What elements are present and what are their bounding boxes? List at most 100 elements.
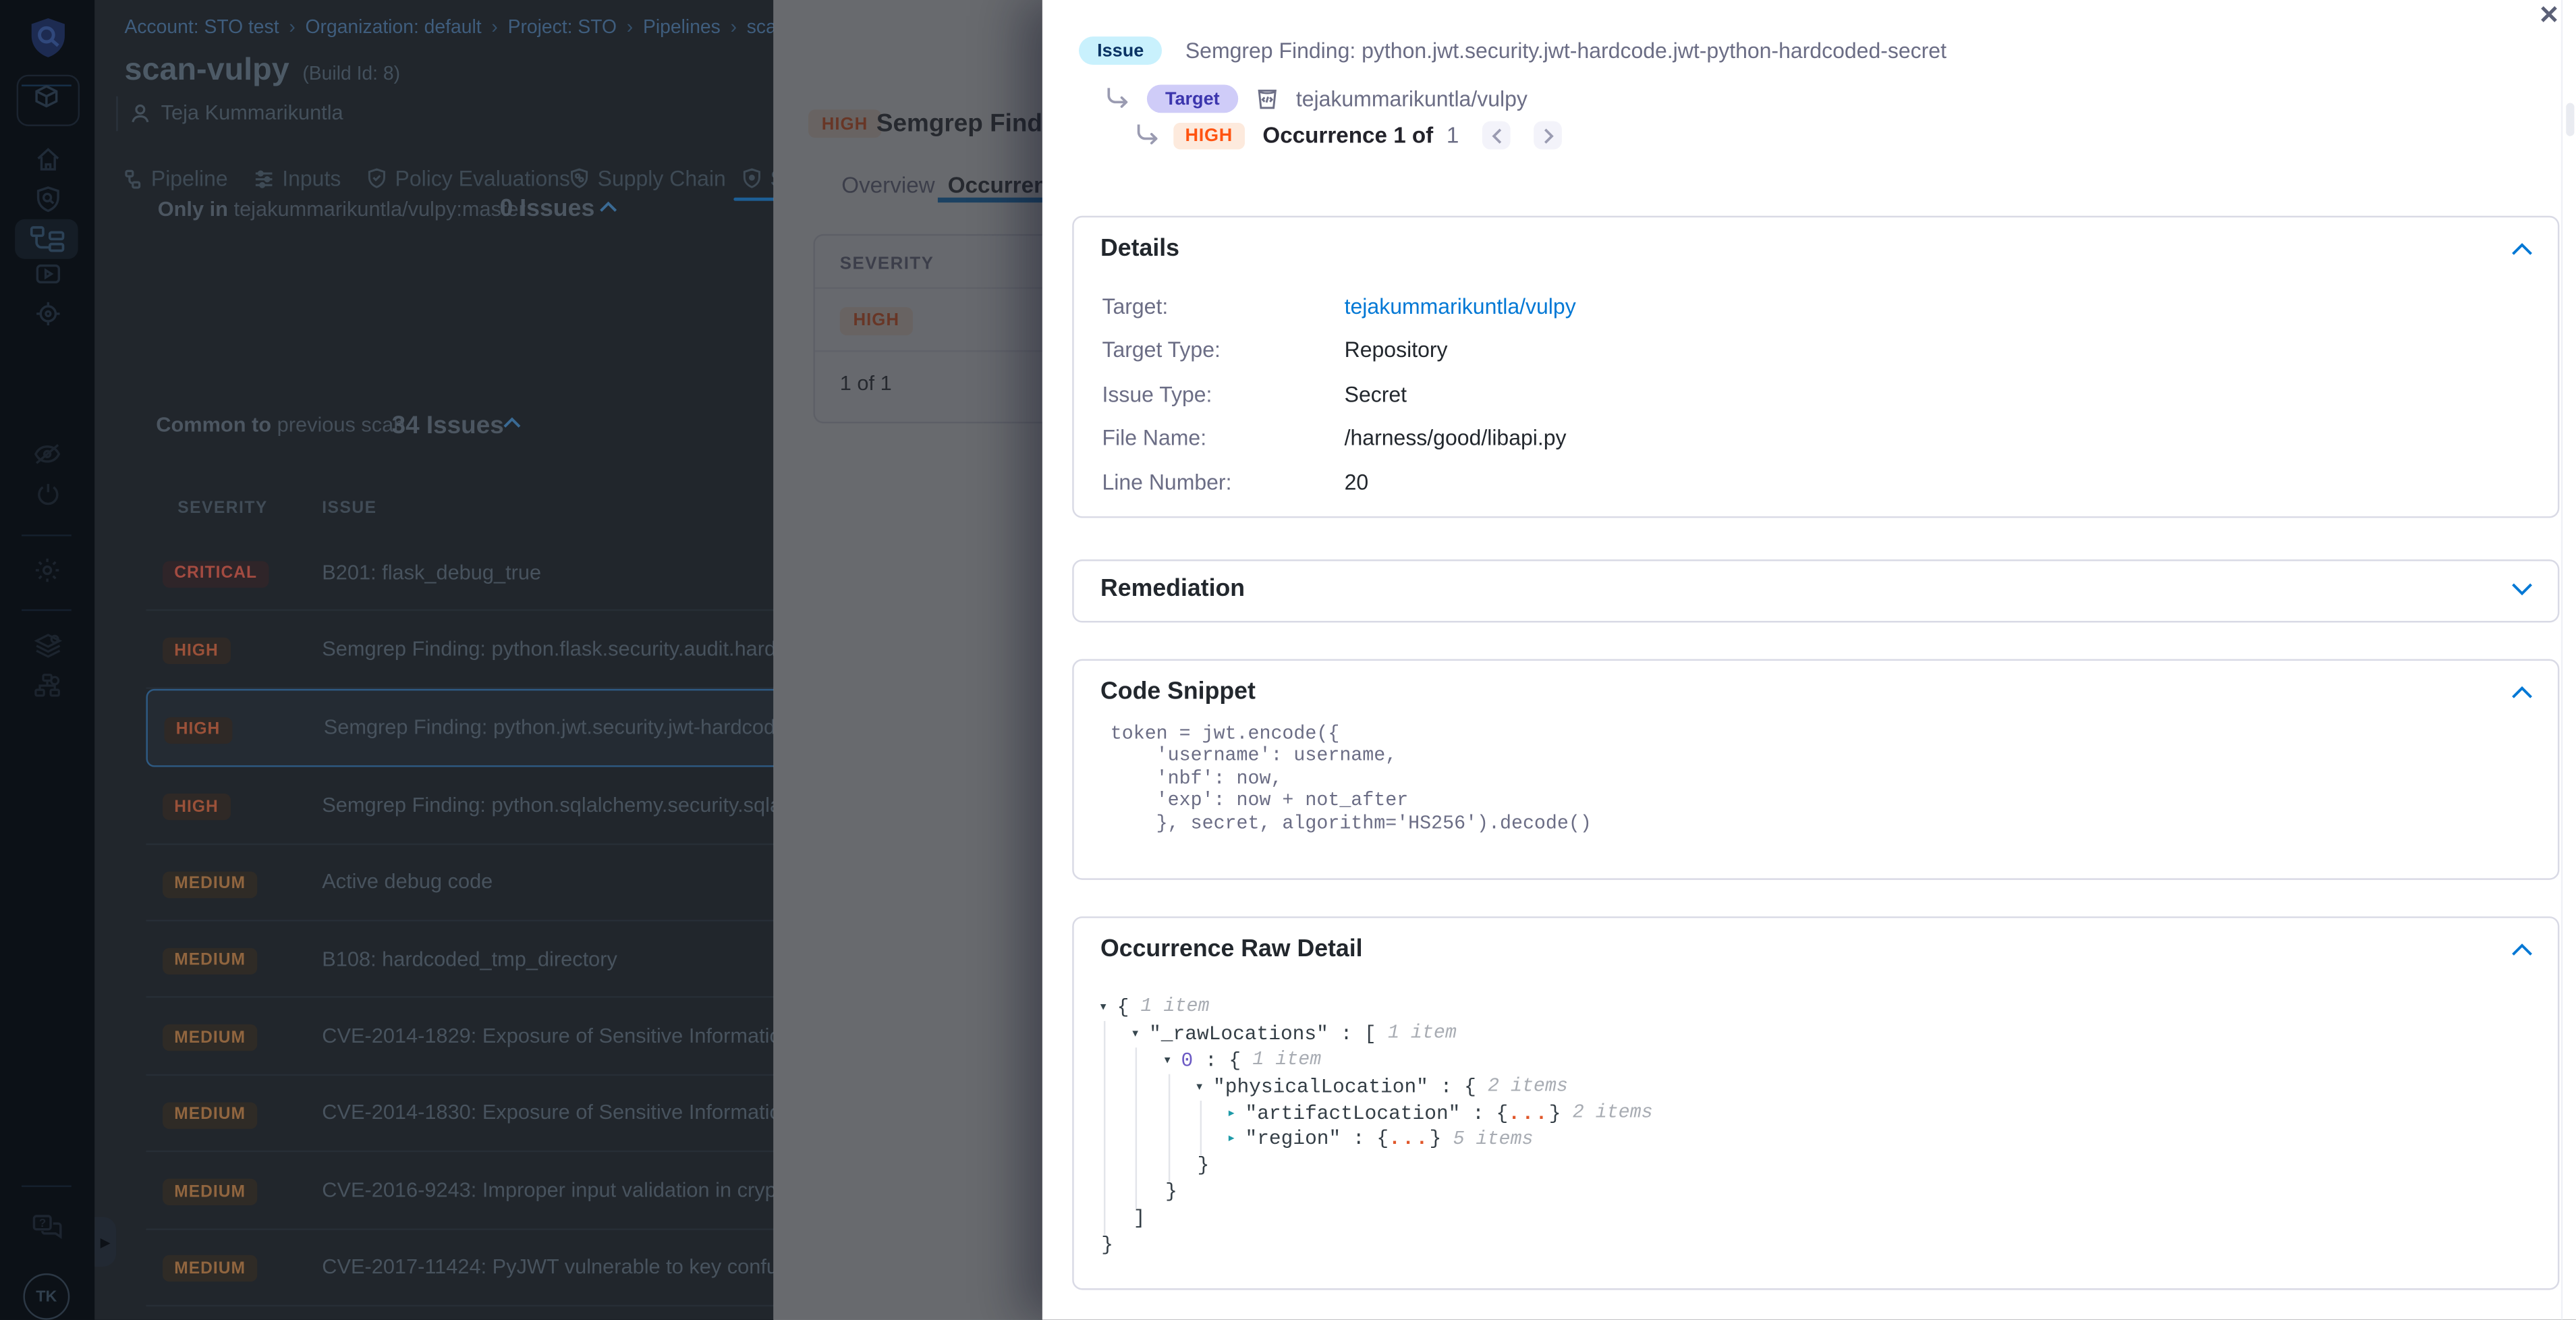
json-tree-row[interactable]: ▾"_rawLocations" : [1 item <box>1074 1021 2535 1047</box>
breadcrumb-separator: › <box>289 18 295 38</box>
expanded-arrow-icon[interactable]: ▾ <box>1163 1052 1181 1069</box>
issue-text: B108: hardcoded_tmp_directory <box>322 947 617 970</box>
json-tree-row[interactable]: ▾0 : {1 item <box>1074 1047 2535 1074</box>
field-value: /harness/good/libapi.py <box>1345 425 1567 450</box>
sto-module-logo-icon <box>0 17 94 60</box>
field-label: Line Number: <box>1102 470 1344 495</box>
field-value[interactable]: tejakummarikuntla/vulpy <box>1345 294 1576 319</box>
issue-badge: Issue <box>1079 36 1162 65</box>
severity-badge: MEDIUM <box>163 1102 257 1128</box>
inputs-icon <box>254 169 274 189</box>
field-value: 20 <box>1345 470 1369 495</box>
screen: ? TK ▶ Account: STO test › Organization: d… <box>0 0 2576 1320</box>
exemptions-eye-off-icon[interactable] <box>0 441 94 466</box>
pipelines-nav-highlight[interactable] <box>15 219 78 259</box>
settings-gear-icon[interactable] <box>0 556 94 584</box>
network-settings-icon[interactable] <box>0 672 94 698</box>
tab-inputs[interactable]: Inputs <box>254 166 341 191</box>
target-badge: Target <box>1147 84 1238 113</box>
collapsed-arrow-icon[interactable]: ▸ <box>1227 1105 1245 1122</box>
collapse-caret-icon[interactable] <box>599 201 617 213</box>
common-to-row: Common to previous scan <box>156 414 405 437</box>
chevron-down-icon[interactable] <box>2511 582 2533 596</box>
only-in-count[interactable]: 0 Issues <box>499 195 594 221</box>
details-section: Details Target:tejakummarikuntla/vulpyTa… <box>1072 216 2559 518</box>
collapse-caret-icon[interactable] <box>503 416 521 428</box>
breadcrumb-item[interactable]: Project: STO <box>508 18 617 38</box>
detail-field: Line Number:20 <box>1102 460 1575 503</box>
code-snippet: token = jwt.encode({ 'username': usernam… <box>1111 724 1592 835</box>
breadcrumb[interactable]: Account: STO test › Organization: default ›… <box>125 18 839 38</box>
tab-supply-chain[interactable]: Supply Chain <box>569 166 726 191</box>
chevron-up-icon[interactable] <box>2511 686 2533 699</box>
chevron-up-icon[interactable] <box>2511 943 2533 956</box>
collapsed-arrow-icon[interactable]: ▸ <box>1227 1131 1245 1148</box>
issue-text: Semgrep Finding: python.flask.security.a… <box>322 638 839 661</box>
json-tree-row[interactable]: ▸"region" : {...}5 items <box>1074 1126 2535 1153</box>
breadcrumb-separator: › <box>491 18 497 38</box>
user-avatar[interactable]: TK <box>23 1273 69 1320</box>
issue-title: Semgrep Finding: python.jwt.security.jwt… <box>1185 38 1947 63</box>
layers-settings-icon[interactable] <box>0 632 94 659</box>
remediation-section: Remediation <box>1072 559 2559 622</box>
issue-text: Semgrep Finding: python.jwt.security.jwt… <box>324 716 837 739</box>
next-occurrence-button[interactable] <box>1534 121 1562 150</box>
severity-badge: MEDIUM <box>163 1025 257 1051</box>
expanded-arrow-icon[interactable]: ▾ <box>1195 1078 1213 1095</box>
expanded-arrow-icon[interactable]: ▾ <box>1131 1026 1149 1043</box>
issue-detail-drawer: ✕ Issue Semgrep Finding: python.jwt.secu… <box>1042 0 2576 1320</box>
code-snippet-section: Code Snippet token = jwt.encode({ 'usern… <box>1072 659 2559 880</box>
divider <box>116 97 117 132</box>
person-icon <box>130 102 151 123</box>
getting-started-icon[interactable] <box>0 481 94 507</box>
breadcrumb-separator: › <box>731 18 737 38</box>
issue-text: Active debug code <box>322 871 493 893</box>
raw-detail-title: Occurrence Raw Detail <box>1100 936 1363 962</box>
sidebar-divider <box>22 534 72 536</box>
test-targets-icon[interactable] <box>0 186 94 213</box>
field-label: File Name: <box>1102 425 1344 450</box>
help-chat-icon[interactable]: ? <box>0 1213 94 1242</box>
repository-icon <box>1254 86 1279 111</box>
target-name[interactable]: tejakummarikuntla/vulpy <box>1296 86 1528 111</box>
supply-icon <box>569 167 590 189</box>
target-header-row: Target tejakummarikuntla/vulpy <box>1105 84 1528 113</box>
severity-badge: HIGH <box>165 717 232 743</box>
common-to-count[interactable]: 34 Issues <box>392 411 504 439</box>
breadcrumb-item[interactable]: Organization: default <box>306 18 482 38</box>
severity-badge: MEDIUM <box>163 1256 257 1282</box>
json-tree: ▾{1 item▾"_rawLocations" : [1 item▾0 : {… <box>1074 995 2535 1259</box>
build-id: (Build Id: 8) <box>302 65 400 85</box>
triggered-by-user: Teja Kummarikuntla <box>130 101 343 124</box>
left-nav-sidebar: ? TK <box>0 0 94 1320</box>
home-icon[interactable] <box>0 146 94 172</box>
issue-text: B201: flask_debug_true <box>322 561 541 584</box>
tab-policy-evaluations[interactable]: Policy Evaluations <box>367 166 570 191</box>
severity-badge: MEDIUM <box>163 1179 257 1205</box>
breadcrumb-item[interactable]: Pipelines <box>643 18 721 38</box>
field-value: Secret <box>1345 381 1407 406</box>
tab-pipeline[interactable]: Pipeline <box>123 166 228 191</box>
breadcrumb-item[interactable]: Account: STO test <box>125 18 279 38</box>
close-icon[interactable]: ✕ <box>2538 0 2559 33</box>
drawer-scroll-track <box>2560 0 2562 1320</box>
detail-field: Issue Type:Secret <box>1102 372 1575 416</box>
security-icon <box>742 167 762 189</box>
module-switcher-button[interactable] <box>17 75 80 126</box>
executions-icon[interactable] <box>0 260 94 287</box>
common-to-label: Common to <box>156 414 271 437</box>
severity-badge: HIGH <box>163 794 230 820</box>
branch-arrow-icon <box>1136 125 1160 146</box>
expanded-arrow-icon[interactable]: ▾ <box>1099 999 1117 1016</box>
chevron-up-icon[interactable] <box>2511 242 2533 256</box>
json-tree-row[interactable]: ▸"artifactLocation" : {...}2 items <box>1074 1100 2535 1126</box>
sidebar-expand-handle[interactable]: ▶ <box>94 1217 116 1267</box>
drawer-scrollbar[interactable] <box>2565 103 2573 136</box>
issue-text: CVE-2016-9243: Improper input validation… <box>322 1178 835 1201</box>
prev-occurrence-button[interactable] <box>1482 121 1511 150</box>
detail-field: File Name:/harness/good/libapi.py <box>1102 416 1575 460</box>
severity-badge: MEDIUM <box>163 871 257 897</box>
targets-icon[interactable] <box>0 300 94 327</box>
json-tree-row[interactable]: ▾{1 item <box>1074 995 2535 1021</box>
json-tree-row[interactable]: ▾"physicalLocation" : {2 items <box>1074 1074 2535 1100</box>
